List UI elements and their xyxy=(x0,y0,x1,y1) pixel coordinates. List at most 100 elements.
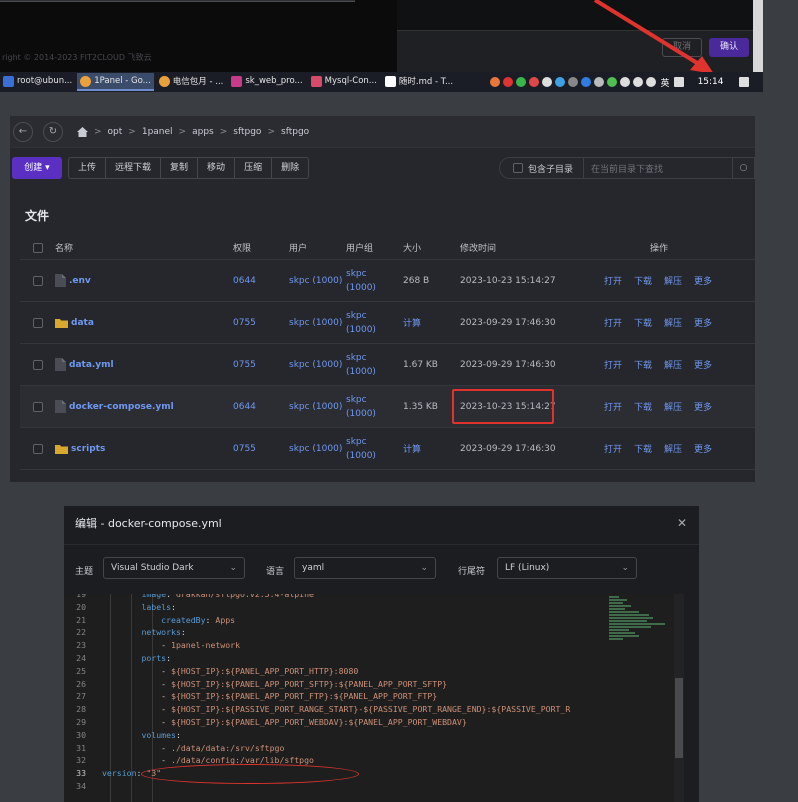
theme-select[interactable]: Visual Studio Dark ⌄ xyxy=(103,557,245,579)
wechat-icon[interactable] xyxy=(516,77,527,87)
group-value[interactable]: skpc (1000) xyxy=(346,351,398,379)
code-line[interactable]: 28 - ${HOST_IP}:${PASSIVE_PORT_RANGE_STA… xyxy=(64,703,684,716)
group-cell[interactable]: skpc (1000) xyxy=(346,344,398,385)
tray-app-icon[interactable] xyxy=(542,77,553,87)
group-value[interactable]: skpc (1000) xyxy=(346,435,398,463)
taskbar-clock[interactable]: 15:14 xyxy=(698,77,724,87)
network-icon[interactable] xyxy=(620,77,631,87)
select-all-checkbox[interactable] xyxy=(33,236,43,259)
permission-cell[interactable]: 0644 xyxy=(233,386,256,427)
file-name-cell[interactable]: scripts xyxy=(55,428,105,469)
user-cell[interactable]: skpc (1000) xyxy=(289,428,342,469)
user-value[interactable]: skpc (1000) xyxy=(289,318,342,328)
language-select[interactable]: yaml ⌄ xyxy=(294,557,436,579)
group-cell[interactable]: skpc (1000) xyxy=(346,386,398,427)
home-icon[interactable] xyxy=(77,126,88,137)
size-cell[interactable]: 计算 xyxy=(403,302,421,343)
volume-icon[interactable] xyxy=(633,77,644,87)
action-extract-button[interactable]: 解压 xyxy=(664,274,682,287)
size-cell[interactable]: 计算 xyxy=(403,428,421,469)
toolbar-button[interactable]: 压缩 xyxy=(235,158,273,178)
breadcrumb-item[interactable]: sftpgo xyxy=(233,127,261,137)
action-download-button[interactable]: 下载 xyxy=(634,316,652,329)
table-row[interactable]: data.yml 0755 skpc (1000) skpc (1000) 1.67 K… xyxy=(20,344,755,386)
search-input[interactable]: 在当前目录下查找 xyxy=(591,162,732,175)
permission-cell[interactable]: 0644 xyxy=(233,260,256,301)
file-name[interactable]: docker-compose.yml xyxy=(69,402,174,412)
row-checkbox[interactable] xyxy=(33,386,43,427)
action-more-button[interactable]: 更多 xyxy=(694,274,712,287)
taskbar-item[interactable]: sk_web_pro... xyxy=(228,73,305,91)
user-cell[interactable]: skpc (1000) xyxy=(289,260,342,301)
tray-app-icon[interactable] xyxy=(503,77,514,87)
file-name-cell[interactable]: .env xyxy=(55,260,91,301)
group-cell[interactable]: skpc (1000) xyxy=(346,260,398,301)
permission-cell[interactable]: 0755 xyxy=(233,344,256,385)
permission-value[interactable]: 0755 xyxy=(233,318,256,328)
table-row[interactable]: data 0755 skpc (1000) skpc (1000) 计算 2023-09-… xyxy=(20,302,755,344)
user-cell[interactable]: skpc (1000) xyxy=(289,344,342,385)
breadcrumb-item[interactable]: apps xyxy=(192,127,214,137)
action-extract-button[interactable]: 解压 xyxy=(664,358,682,371)
editor-scrollbar-thumb[interactable] xyxy=(675,678,683,758)
back-arrow-icon[interactable]: ← xyxy=(13,121,33,142)
file-name-cell[interactable]: data xyxy=(55,302,94,343)
refresh-icon[interactable]: ↻ xyxy=(43,121,63,142)
keyboard-icon[interactable] xyxy=(674,77,685,87)
code-line[interactable]: 24 ports: xyxy=(64,652,684,665)
wifi-icon[interactable] xyxy=(646,77,657,87)
user-value[interactable]: skpc (1000) xyxy=(289,276,342,286)
ime-indicator[interactable]: 英 xyxy=(661,76,670,89)
bluetooth-icon[interactable] xyxy=(581,77,592,87)
table-row[interactable]: .env 0644 skpc (1000) skpc (1000) 268 B 2023-… xyxy=(20,260,755,302)
calculate-size-link[interactable]: 计算 xyxy=(403,316,421,329)
permission-value[interactable]: 0755 xyxy=(233,360,256,370)
permission-value[interactable]: 0755 xyxy=(233,444,256,454)
close-icon[interactable]: ✕ xyxy=(677,516,687,530)
action-download-button[interactable]: 下载 xyxy=(634,358,652,371)
code-line[interactable]: 19 image: drakkan/sftpgo:v2.5.4-alpine xyxy=(64,594,684,601)
action-more-button[interactable]: 更多 xyxy=(694,316,712,329)
breadcrumb-item[interactable]: sftpgo xyxy=(281,127,309,137)
table-row[interactable]: docker-compose.yml 0644 skpc (1000) skpc (1… xyxy=(20,386,755,428)
taskbar-item[interactable]: root@ubun... xyxy=(0,73,75,91)
code-line[interactable]: 23 - 1panel-network xyxy=(64,639,684,652)
file-name[interactable]: data xyxy=(71,318,94,328)
group-cell[interactable]: skpc (1000) xyxy=(346,428,398,469)
action-extract-button[interactable]: 解压 xyxy=(664,400,682,413)
action-open-button[interactable]: 打开 xyxy=(604,400,622,413)
user-value[interactable]: skpc (1000) xyxy=(289,444,342,454)
action-extract-button[interactable]: 解压 xyxy=(664,316,682,329)
action-more-button[interactable]: 更多 xyxy=(694,358,712,371)
code-line[interactable]: 25 - ${HOST_IP}:${PANEL_APP_PORT_HTTP}:8… xyxy=(64,665,684,678)
code-minimap[interactable] xyxy=(609,596,671,646)
breadcrumb-item[interactable]: 1panel xyxy=(142,127,173,137)
file-name-cell[interactable]: data.yml xyxy=(55,344,114,385)
table-row[interactable]: scripts 0755 skpc (1000) skpc (1000) 计算 2023-… xyxy=(20,428,755,470)
user-value[interactable]: skpc (1000) xyxy=(289,402,342,412)
action-open-button[interactable]: 打开 xyxy=(604,274,622,287)
taskbar-item[interactable]: Mysql-Con... xyxy=(308,73,380,91)
code-line[interactable]: 21 createdBy: Apps xyxy=(64,614,684,627)
action-extract-button[interactable]: 解压 xyxy=(664,442,682,455)
code-line[interactable]: 26 - ${HOST_IP}:${PANEL_APP_PORT_SFTP}:$… xyxy=(64,678,684,691)
tray-app-icon[interactable] xyxy=(490,77,501,87)
group-value[interactable]: skpc (1000) xyxy=(346,309,398,337)
row-checkbox[interactable] xyxy=(33,302,43,343)
code-line[interactable]: 34 xyxy=(64,780,684,793)
group-cell[interactable]: skpc (1000) xyxy=(346,302,398,343)
eol-select[interactable]: LF (Linux) ⌄ xyxy=(497,557,637,579)
calculate-size-link[interactable]: 计算 xyxy=(403,442,421,455)
notification-icon[interactable] xyxy=(739,77,749,87)
action-open-button[interactable]: 打开 xyxy=(604,442,622,455)
permission-value[interactable]: 0644 xyxy=(233,402,256,412)
toolbar-button[interactable]: 远程下载 xyxy=(106,158,162,178)
action-more-button[interactable]: 更多 xyxy=(694,400,712,413)
code-line[interactable]: 30 volumes: xyxy=(64,729,684,742)
code-line[interactable]: 20 labels: xyxy=(64,601,684,614)
user-cell[interactable]: skpc (1000) xyxy=(289,302,342,343)
tray-app-icon[interactable] xyxy=(568,77,579,87)
include-subdir-checkbox[interactable] xyxy=(513,163,523,173)
toolbar-button[interactable]: 移动 xyxy=(198,158,236,178)
breadcrumb-item[interactable]: opt xyxy=(108,127,123,137)
